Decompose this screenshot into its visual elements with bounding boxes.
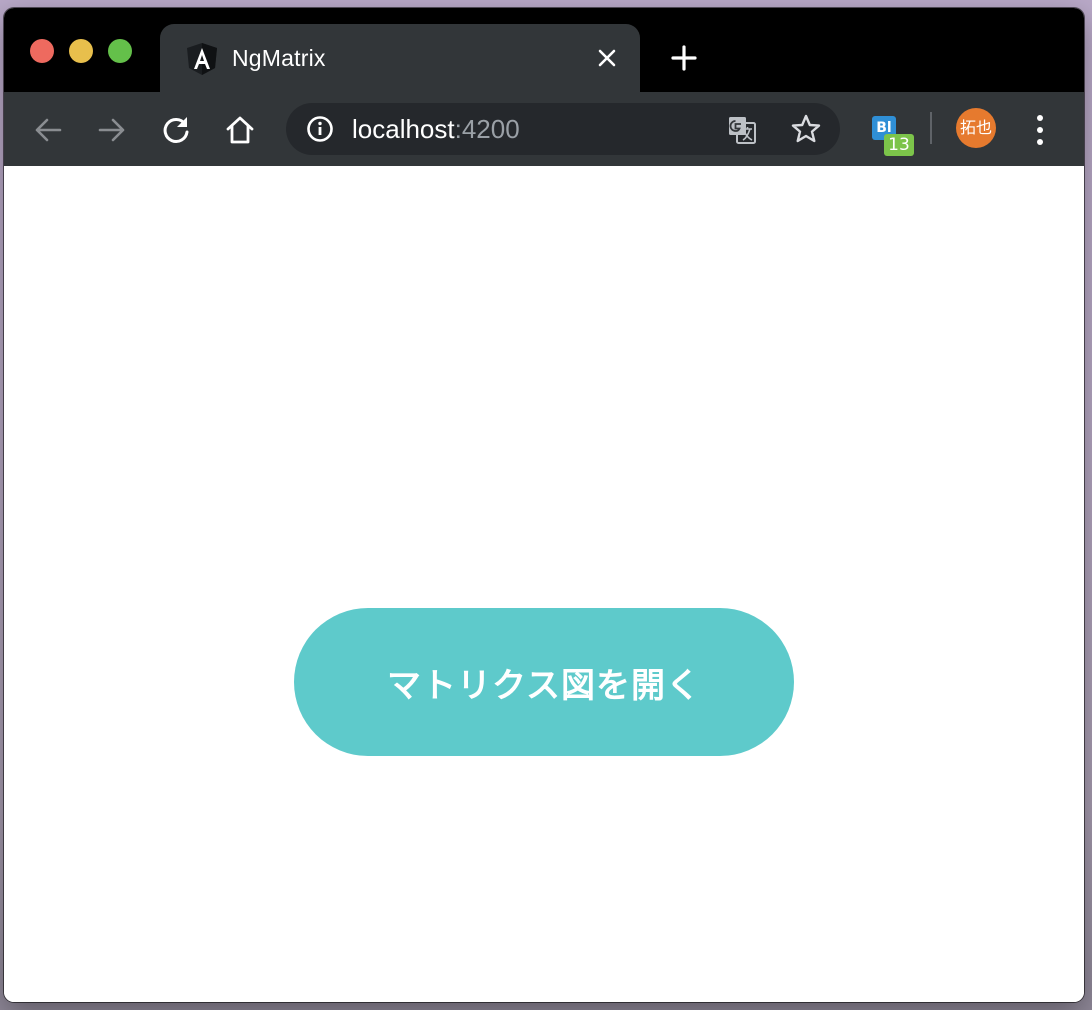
translate-icon[interactable]: [726, 114, 758, 146]
url-host: localhost: [352, 114, 455, 144]
url-text[interactable]: localhost:4200: [352, 114, 520, 144]
open-matrix-button[interactable]: マトリクス図を開く: [294, 608, 794, 756]
angular-logo-icon: [186, 42, 218, 76]
new-tab-plus-icon[interactable]: [670, 44, 698, 72]
browser-menu-icon[interactable]: [1028, 112, 1052, 148]
back-arrow-icon[interactable]: [32, 114, 64, 146]
address-bar[interactable]: localhost:4200: [286, 103, 840, 155]
window-minimize-button[interactable]: [69, 39, 93, 63]
extension-button[interactable]: Bl 13: [870, 114, 914, 158]
window-maximize-button[interactable]: [108, 39, 132, 63]
page-content: マトリクス図を開く: [4, 166, 1084, 1002]
home-icon[interactable]: [224, 114, 256, 146]
reload-icon[interactable]: [160, 114, 192, 146]
toolbar-divider: [930, 112, 932, 144]
browser-toolbar: localhost:4200 Bl 13 拓也: [4, 92, 1084, 166]
forward-arrow-icon[interactable]: [96, 114, 128, 146]
site-info-icon[interactable]: [306, 115, 334, 143]
window-close-button[interactable]: [30, 39, 54, 63]
tab-title: NgMatrix: [232, 45, 326, 71]
tab-close-icon[interactable]: [596, 47, 618, 69]
browser-window: NgMatrix localhost:4200 Bl 13 拓也 マトリクス図を…: [4, 8, 1084, 1002]
browser-tab[interactable]: NgMatrix: [160, 24, 640, 92]
bookmark-star-icon[interactable]: [790, 113, 822, 145]
profile-avatar[interactable]: 拓也: [956, 108, 996, 148]
extension-badge: 13: [884, 134, 914, 156]
url-port: :4200: [454, 114, 520, 144]
browser-titlebar: NgMatrix: [4, 8, 1084, 92]
